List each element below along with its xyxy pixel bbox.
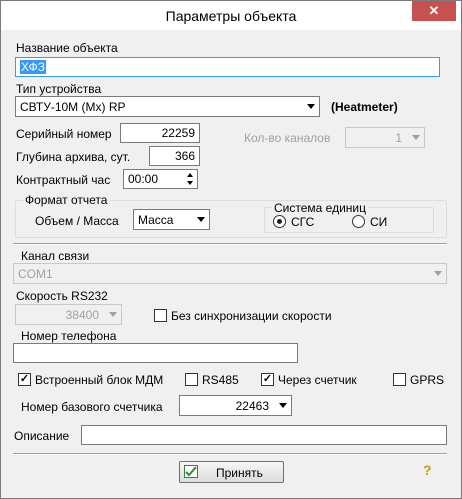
rs485-checkbox[interactable]	[185, 373, 198, 386]
volume-mass-select[interactable]: Масса	[133, 209, 210, 230]
serial-input[interactable]: 22259	[120, 123, 200, 143]
channels-label: Кол-во каналов	[244, 131, 331, 145]
footer-separator	[13, 453, 447, 455]
rs485-label: RS485	[202, 373, 239, 387]
check-icon	[184, 465, 198, 478]
spin-up-icon[interactable]	[187, 173, 193, 177]
volume-mass-label: Объем / Масса	[35, 214, 119, 228]
title-bar[interactable]: Параметры объекта ✕	[1, 1, 461, 31]
channel-value: COM1	[18, 267, 53, 281]
device-type-select[interactable]: СВТУ-10М (Мх) RP	[15, 96, 320, 117]
via-meter-label: Через счетчик	[278, 373, 357, 387]
volume-mass-value: Масса	[138, 213, 174, 227]
window-title: Параметры объекта	[165, 8, 297, 24]
chevron-down-icon	[434, 271, 442, 276]
report-format-group-label: Формат отчета	[23, 193, 110, 207]
chevron-down-icon	[412, 135, 420, 140]
rs232-label: Скорость RS232	[16, 289, 108, 303]
channels-value: 1	[395, 131, 402, 145]
accept-button-label: Принять	[216, 466, 263, 480]
object-name-value: ХФЗ	[20, 60, 46, 74]
radio-dot	[277, 219, 282, 224]
no-sync-label: Без синхронизации скорости	[171, 309, 332, 323]
gprs-checkbox[interactable]	[393, 373, 406, 386]
rs232-speed-select[interactable]: 38400	[15, 304, 122, 325]
channel-select[interactable]: COM1	[13, 263, 447, 284]
units-cgs-radio[interactable]	[273, 215, 286, 228]
archive-depth-input[interactable]: 366	[149, 146, 200, 166]
chevron-down-icon	[109, 312, 117, 317]
device-type-value: СВТУ-10М (Мх) RP	[20, 100, 126, 114]
help-icon[interactable]: ?	[423, 462, 432, 478]
spinner-arrows[interactable]	[182, 170, 197, 188]
units-si-radio[interactable]	[352, 215, 365, 228]
units-cgs-label: СГС	[291, 215, 315, 229]
base-meter-select[interactable]: 22463	[179, 395, 292, 416]
contract-hour-value: 00:00	[128, 172, 159, 186]
contract-hour-label: Контрактный час	[16, 173, 111, 187]
object-name-input[interactable]: ХФЗ	[15, 57, 440, 77]
via-meter-checkbox[interactable]: ✓	[261, 373, 274, 386]
base-meter-label: Номер базового счетчика	[21, 400, 163, 414]
phone-input[interactable]	[13, 343, 298, 363]
device-type-tag: (Heatmeter)	[331, 100, 398, 114]
accept-button[interactable]: Принять	[179, 461, 284, 483]
object-name-label: Название объекта	[16, 41, 118, 55]
channels-select[interactable]: 1	[345, 127, 425, 148]
modem-checkbox[interactable]: ✓	[18, 373, 31, 386]
channel-label: Канал связи	[21, 249, 90, 263]
archive-depth-label: Глубина архива, сут.	[16, 150, 131, 164]
rs232-speed-value: 38400	[65, 308, 99, 322]
description-input[interactable]	[81, 425, 447, 445]
phone-label: Номер телефона	[21, 329, 117, 343]
chevron-down-icon	[307, 104, 315, 109]
modem-label: Встроенный блок МДМ	[35, 373, 164, 387]
chevron-down-icon	[197, 217, 205, 222]
units-si-label: СИ	[370, 215, 388, 229]
spin-down-icon[interactable]	[187, 181, 193, 185]
description-label: Описание	[14, 429, 70, 443]
close-button[interactable]: ✕	[412, 1, 456, 21]
no-sync-checkbox[interactable]	[154, 309, 167, 322]
separator-line	[13, 243, 447, 245]
units-group-label: Система единиц	[272, 201, 368, 215]
gprs-label: GPRS	[410, 373, 445, 387]
device-type-label: Тип устройства	[16, 82, 102, 96]
contract-hour-spinner[interactable]: 00:00	[123, 169, 198, 189]
chevron-down-icon	[279, 403, 287, 408]
dialog-window: Параметры объекта ✕ Название объекта ХФЗ…	[0, 0, 462, 499]
serial-label: Серийный номер	[16, 127, 112, 141]
base-meter-value: 22463	[235, 399, 269, 413]
